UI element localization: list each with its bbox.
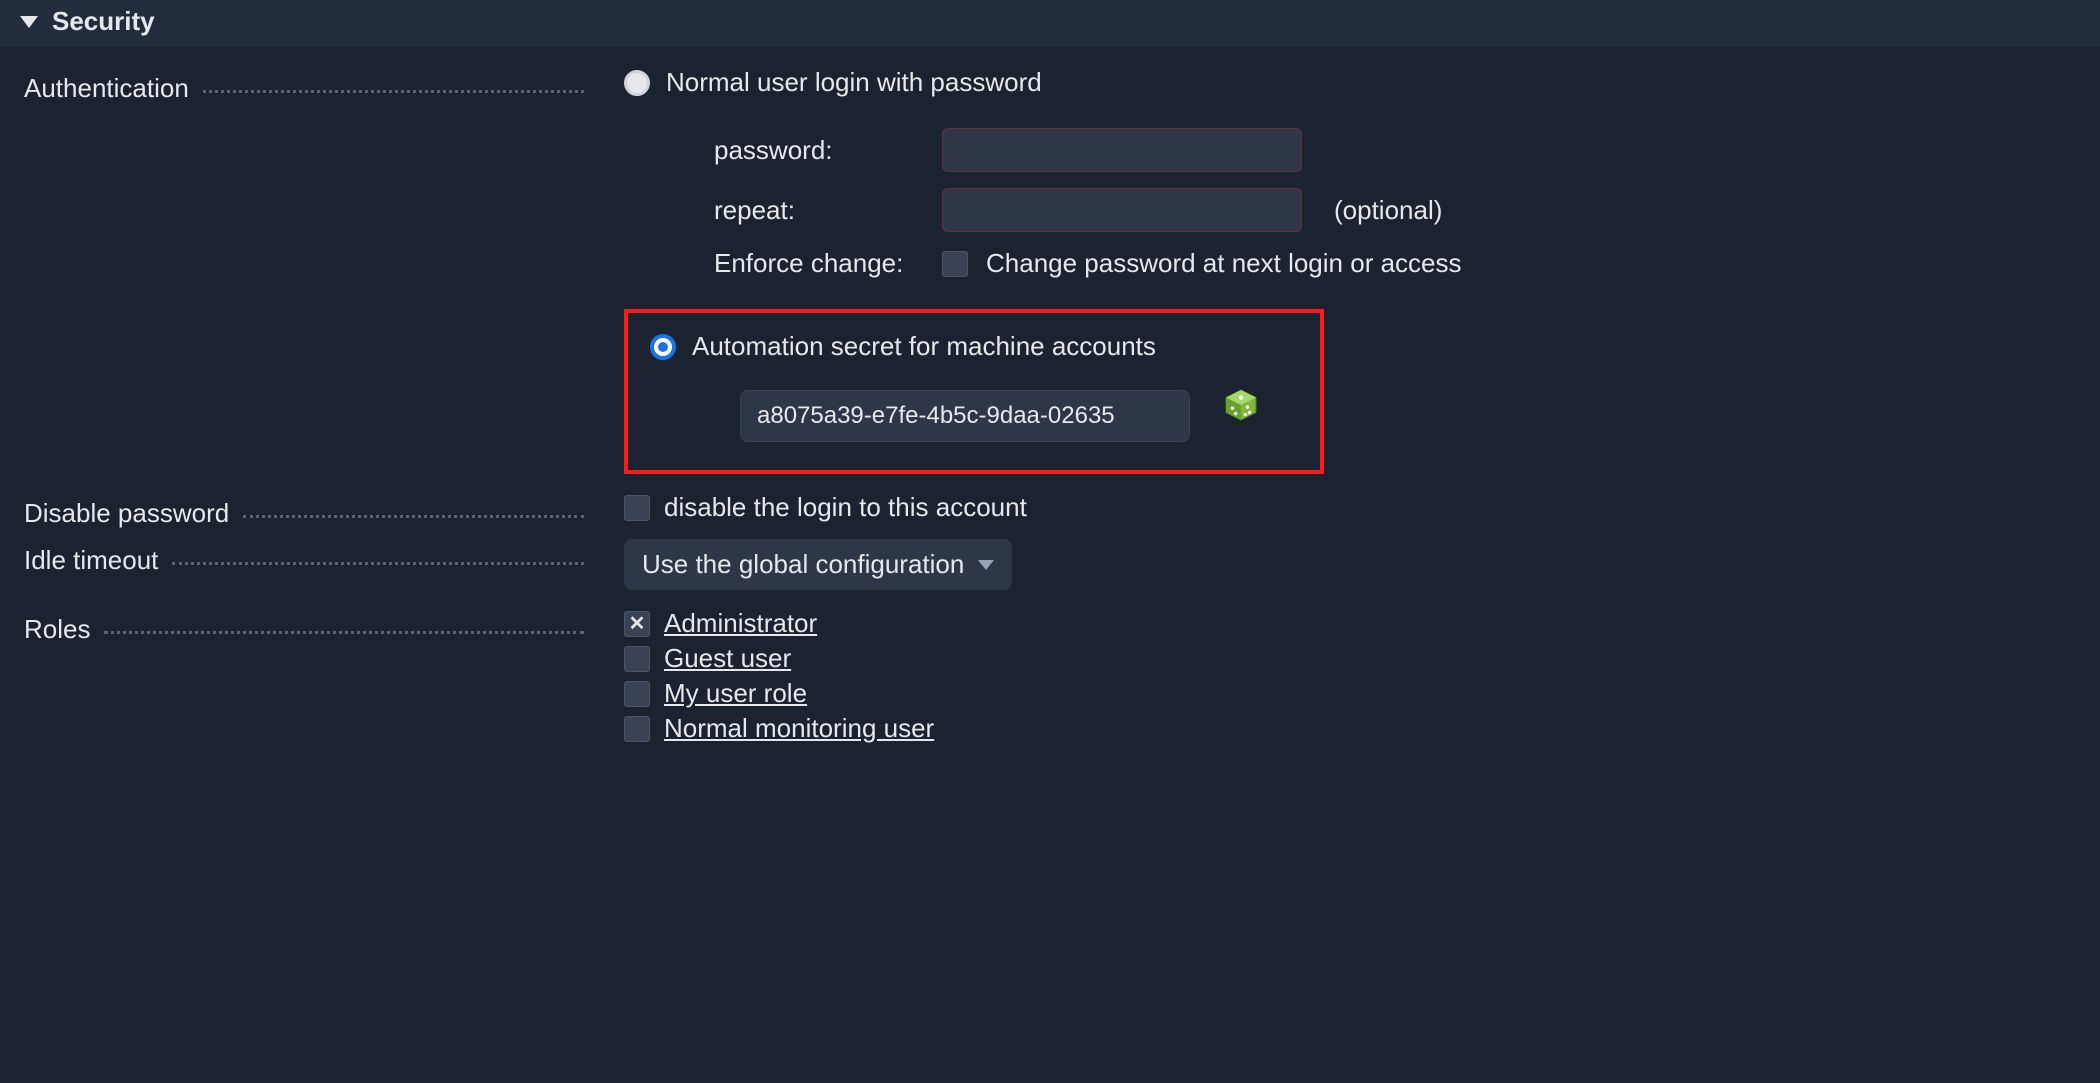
label-idle-timeout: Idle timeout [24,539,584,576]
radio-normal-login[interactable]: Normal user login with password [624,67,2076,98]
role-monitoring: Normal monitoring user [624,713,2076,744]
dice-icon[interactable] [1224,388,1258,422]
label-disable-password: Disable password [24,492,584,529]
repeat-password-input[interactable] [942,188,1302,232]
section-title: Security [52,6,155,37]
dots-filler [172,562,584,565]
label-enforce: Enforce change: [714,248,924,279]
radio-label-normal: Normal user login with password [666,67,1042,98]
label-password: password: [714,135,924,166]
role-link-myrole[interactable]: My user role [664,678,807,709]
row-disable-password: Disable password disable the login to th… [24,492,2076,529]
radio-label-automation: Automation secret for machine accounts [692,331,1156,362]
radio-icon [624,70,650,96]
section-header[interactable]: Security [0,0,2100,47]
label-text-authentication: Authentication [24,73,189,104]
row-password: password: [714,128,2076,172]
section-body: Authentication Normal user login with pa… [0,47,2100,784]
row-repeat: repeat: (optional) [714,188,2076,232]
role-link-administrator[interactable]: Administrator [664,608,817,639]
label-enforce-text: Change password at next login or access [986,248,1462,279]
password-subform: password: repeat: (optional) Enforce cha… [714,128,2076,279]
chevron-down-icon [978,560,994,570]
dots-filler [203,90,584,93]
label-text-disablepw: Disable password [24,498,229,529]
value-authentication: Normal user login with password password… [584,67,2076,474]
idle-selected-text: Use the global configuration [642,549,964,580]
value-roles: ✕ Administrator Guest user My user role … [584,608,2076,744]
idle-timeout-select[interactable]: Use the global configuration [624,539,1012,590]
role-myrole: My user role [624,678,2076,709]
automation-secret-highlight: Automation secret for machine accounts [624,309,1324,474]
role-checkbox-guest[interactable] [624,646,650,672]
role-checkbox-monitoring[interactable] [624,716,650,742]
radio-icon-selected [650,334,676,360]
disable-password-checkbox[interactable] [624,495,650,521]
row-idle-timeout: Idle timeout Use the global configuratio… [24,539,2076,590]
radio-automation-secret[interactable]: Automation secret for machine accounts [650,331,1298,362]
role-link-monitoring[interactable]: Normal monitoring user [664,713,934,744]
row-enforce: Enforce change: Change password at next … [714,248,2076,279]
role-checkbox-administrator[interactable]: ✕ [624,611,650,637]
enforce-change-checkbox[interactable] [942,251,968,277]
secret-row [650,368,1298,442]
disable-password-line: disable the login to this account [624,492,2076,523]
role-checkbox-myrole[interactable] [624,681,650,707]
dots-filler [243,515,584,518]
collapse-triangle-icon [20,16,38,28]
role-guest: Guest user [624,643,2076,674]
password-input[interactable] [942,128,1302,172]
label-roles: Roles [24,608,584,645]
security-panel: Security Authentication Normal user logi… [0,0,2100,784]
role-administrator: ✕ Administrator [624,608,2076,639]
label-optional: (optional) [1334,195,1442,226]
value-idle-timeout: Use the global configuration [584,539,2076,590]
label-repeat: repeat: [714,195,924,226]
automation-secret-input[interactable] [740,390,1190,442]
value-disable-password: disable the login to this account [584,492,2076,529]
role-link-guest[interactable]: Guest user [664,643,791,674]
row-roles: Roles ✕ Administrator Guest user My user… [24,608,2076,744]
label-text-idle: Idle timeout [24,545,158,576]
label-authentication: Authentication [24,67,584,104]
dots-filler [104,631,584,634]
row-authentication: Authentication Normal user login with pa… [24,67,2076,474]
label-disable-text: disable the login to this account [664,492,1027,523]
label-text-roles: Roles [24,614,90,645]
